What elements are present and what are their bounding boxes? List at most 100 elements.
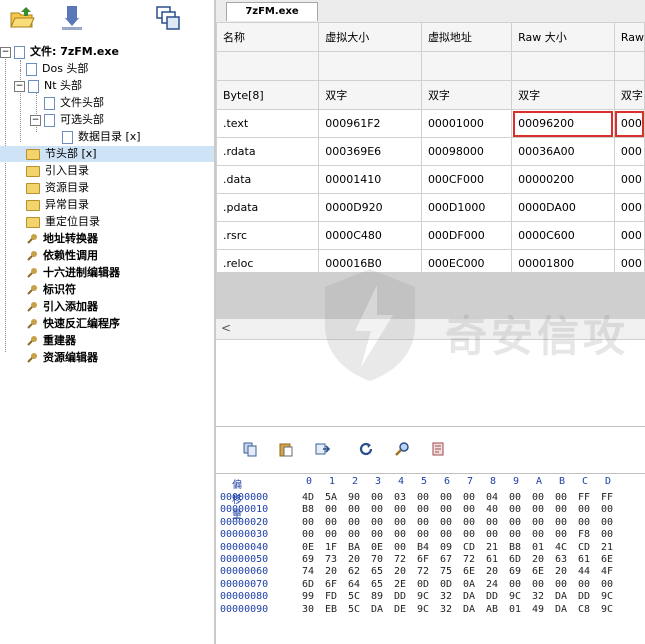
hex-byte[interactable]: 44 — [578, 566, 590, 578]
hex-byte[interactable]: 00 — [509, 492, 521, 504]
hex-byte[interactable]: 5C — [348, 604, 360, 616]
hex-byte[interactable]: DA — [463, 604, 475, 616]
tree-resource-editor[interactable]: 资源编辑器 — [26, 350, 100, 366]
hex-byte[interactable]: 6F — [325, 579, 337, 591]
hex-byte[interactable]: DD — [578, 591, 590, 603]
paste-icon[interactable] — [278, 441, 294, 457]
hex-byte[interactable]: 0E — [302, 542, 314, 554]
hex-byte[interactable]: 40 — [486, 504, 498, 516]
column-header[interactable]: Raw 大小 — [511, 22, 615, 52]
hex-byte[interactable]: 62 — [348, 566, 360, 578]
hex-byte[interactable]: 00 — [371, 492, 383, 504]
hex-byte[interactable]: 20 — [325, 566, 337, 578]
tree-resource-directory[interactable]: 资源目录 — [26, 180, 91, 196]
hex-byte[interactable]: FD — [325, 591, 337, 603]
hex-byte[interactable]: 00 — [417, 529, 429, 541]
hex-byte[interactable]: 00 — [371, 504, 383, 516]
copy-icon[interactable] — [242, 441, 258, 457]
export-icon[interactable] — [314, 441, 330, 457]
hex-byte[interactable]: 09 — [440, 542, 452, 554]
hex-byte[interactable]: 24 — [486, 579, 498, 591]
hex-byte[interactable]: 00 — [440, 517, 452, 529]
tree-file-header[interactable]: 文件头部 — [44, 95, 106, 111]
tree-data-directory[interactable]: 数据目录 [x] — [62, 129, 143, 145]
hex-byte[interactable]: F8 — [578, 529, 590, 541]
table-cell[interactable]: 000 — [613, 221, 645, 250]
tab-7zfm-exe[interactable]: 7zFM.exe — [226, 2, 318, 21]
table-cell[interactable]: 0000D920 — [318, 193, 422, 222]
save-icon[interactable] — [58, 4, 86, 32]
hex-byte[interactable]: 00 — [601, 504, 613, 516]
column-header[interactable]: 名称 — [215, 22, 320, 52]
tree-dependency-walker[interactable]: 依赖性调用 — [26, 248, 100, 264]
hex-byte[interactable]: 00 — [440, 504, 452, 516]
hex-byte[interactable]: 01 — [532, 542, 544, 554]
hex-byte[interactable]: 72 — [394, 554, 406, 566]
hex-byte[interactable]: 00 — [463, 529, 475, 541]
hex-byte[interactable]: 9C — [417, 604, 429, 616]
hex-byte[interactable]: DA — [371, 604, 383, 616]
hex-byte[interactable]: 32 — [440, 591, 452, 603]
hex-byte[interactable]: 00 — [532, 579, 544, 591]
table-row[interactable]: .rdata 000369E6 00098000 00036A00 000 — [215, 137, 645, 166]
hex-byte[interactable]: FF — [578, 492, 590, 504]
table-cell[interactable]: 00000200 — [511, 165, 615, 194]
hex-byte[interactable]: 00 — [532, 492, 544, 504]
hex-byte[interactable]: CD — [463, 542, 475, 554]
hex-byte[interactable]: 49 — [532, 604, 544, 616]
hex-byte[interactable]: B8 — [509, 542, 521, 554]
table-cell[interactable]: 000DF000 — [420, 221, 513, 250]
hex-view[interactable]: 偏移量 0123456789ABCD 00000000 4D 5A 90 00 03 00 0… — [216, 474, 645, 644]
table-cell[interactable]: .pdata — [215, 193, 320, 222]
collapse-icon[interactable]: − — [30, 114, 41, 126]
hex-byte[interactable]: DA — [463, 591, 475, 603]
hex-byte[interactable]: 00 — [555, 504, 567, 516]
hex-byte[interactable]: 2E — [394, 579, 406, 591]
table-cell[interactable]: 00096200 — [511, 109, 615, 138]
hex-byte[interactable]: 00 — [325, 517, 337, 529]
collapse-icon[interactable]: − — [14, 80, 25, 92]
hex-byte[interactable]: 6D — [509, 554, 521, 566]
hex-byte[interactable]: 00 — [578, 504, 590, 516]
hex-byte[interactable]: 20 — [532, 554, 544, 566]
hex-byte[interactable]: 00 — [578, 517, 590, 529]
hex-byte[interactable]: 00 — [555, 579, 567, 591]
hex-byte[interactable]: DA — [555, 604, 567, 616]
hex-byte[interactable]: 20 — [394, 566, 406, 578]
hex-byte[interactable]: 6D — [302, 579, 314, 591]
hex-byte[interactable]: 00 — [463, 492, 475, 504]
hex-byte[interactable]: 4C — [555, 542, 567, 554]
tree-address-converter[interactable]: 地址转换器 — [26, 231, 100, 247]
scroll-left-icon[interactable]: < — [221, 321, 231, 335]
hex-byte[interactable]: CD — [578, 542, 590, 554]
hex-byte[interactable]: 00 — [371, 517, 383, 529]
hex-byte[interactable]: 0D — [417, 579, 429, 591]
hex-byte[interactable]: 00 — [371, 529, 383, 541]
hex-byte[interactable]: 00 — [601, 517, 613, 529]
tree-hex-editor[interactable]: 十六进制编辑器 — [26, 265, 122, 281]
hex-byte[interactable]: 32 — [532, 591, 544, 603]
hex-byte[interactable]: 00 — [601, 529, 613, 541]
hex-byte[interactable]: DE — [394, 604, 406, 616]
hex-byte[interactable]: 00 — [394, 517, 406, 529]
hex-byte[interactable]: 00 — [348, 504, 360, 516]
hex-byte[interactable]: 9C — [509, 591, 521, 603]
hex-byte[interactable]: 0D — [440, 579, 452, 591]
hex-byte[interactable]: 00 — [555, 529, 567, 541]
windows-icon[interactable] — [154, 4, 182, 32]
hex-byte[interactable]: 00 — [486, 517, 498, 529]
hex-byte[interactable]: 74 — [302, 566, 314, 578]
hex-byte[interactable]: 90 — [348, 492, 360, 504]
hex-byte[interactable]: 69 — [509, 566, 521, 578]
table-cell[interactable]: 000 — [613, 137, 645, 166]
hex-byte[interactable]: 6E — [601, 554, 613, 566]
hex-byte[interactable]: 89 — [371, 591, 383, 603]
hex-byte[interactable]: 00 — [509, 529, 521, 541]
hex-byte[interactable]: 30 — [302, 604, 314, 616]
table-cell[interactable]: .rdata — [215, 137, 320, 166]
hex-byte[interactable]: 6E — [463, 566, 475, 578]
open-folder-icon[interactable] — [8, 4, 36, 32]
hex-byte[interactable]: 6E — [532, 566, 544, 578]
hex-byte[interactable]: AB — [486, 604, 498, 616]
hex-byte[interactable]: 00 — [509, 517, 521, 529]
